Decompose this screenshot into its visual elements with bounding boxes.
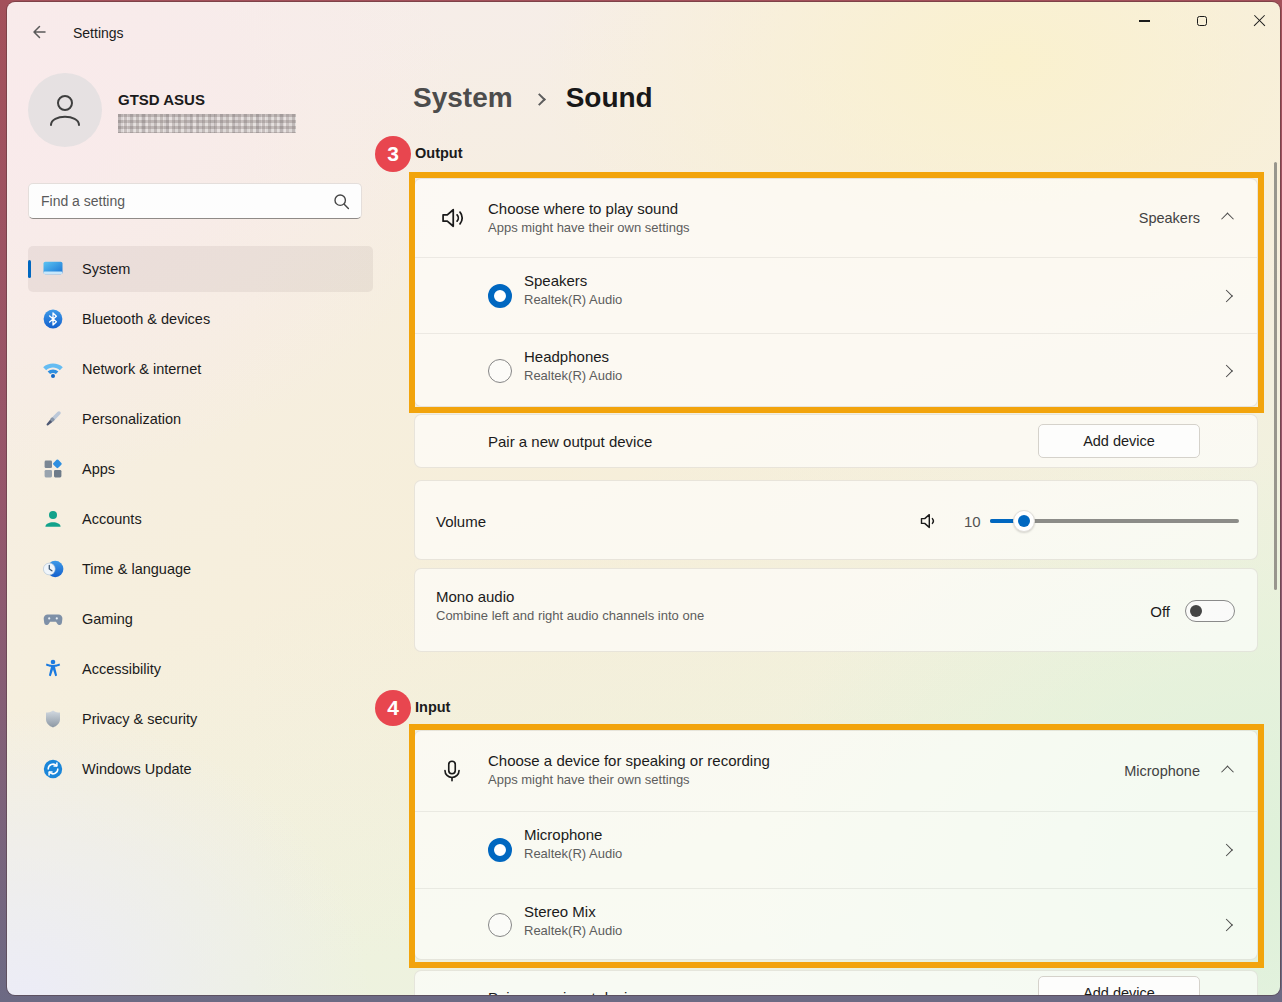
- page-title: Sound: [566, 82, 653, 114]
- gaming-icon: [42, 608, 64, 630]
- windows-update-icon: [42, 758, 64, 780]
- window-title: Settings: [73, 25, 124, 41]
- scrollbar-thumb[interactable]: [1274, 162, 1277, 590]
- add-output-device-button[interactable]: Add device: [1038, 424, 1200, 458]
- sidebar-nav: System Bluetooth & devices Network & int…: [17, 246, 373, 796]
- search-icon: [333, 193, 350, 210]
- sidebar-item-accessibility[interactable]: Accessibility: [28, 646, 373, 692]
- avatar[interactable]: [28, 73, 102, 147]
- sidebar-item-label: Accounts: [82, 511, 142, 527]
- sidebar-item-personalization[interactable]: Personalization: [28, 396, 373, 442]
- mono-audio-card: Mono audio Combine left and right audio …: [414, 568, 1258, 652]
- volume-card: Volume 10: [414, 480, 1258, 560]
- settings-window: Settings GTSD ASUS System: [7, 2, 1280, 995]
- sidebar-item-system[interactable]: System: [28, 246, 373, 292]
- accessibility-icon: [42, 658, 64, 680]
- accounts-icon: [42, 508, 64, 530]
- pair-input-card: Pair a new input device Add device: [414, 970, 1258, 995]
- annotation-badge-4: 4: [375, 690, 411, 726]
- apps-icon: [42, 458, 64, 480]
- output-heading: Output: [415, 145, 463, 161]
- annotation-badge-3: 3: [375, 136, 411, 172]
- sidebar-item-label: Privacy & security: [82, 711, 197, 727]
- sidebar-item-bluetooth[interactable]: Bluetooth & devices: [28, 296, 373, 342]
- sidebar-item-label: Network & internet: [82, 361, 201, 377]
- volume-label: Volume: [436, 513, 486, 530]
- pair-input-label: Pair a new input device: [488, 989, 643, 996]
- minimize-icon: [1139, 20, 1150, 21]
- mono-audio-subtitle: Combine left and right audio channels in…: [436, 608, 704, 623]
- sidebar-item-gaming[interactable]: Gaming: [28, 596, 373, 642]
- volume-icon: [918, 510, 940, 532]
- mono-audio-toggle[interactable]: [1185, 600, 1235, 622]
- pair-output-card: Pair a new output device Add device: [414, 414, 1258, 468]
- mono-toggle-state: Off: [1150, 603, 1170, 620]
- maximize-icon: [1197, 16, 1207, 26]
- annotation-box-output: [409, 172, 1264, 413]
- sidebar-item-windows-update[interactable]: Windows Update: [28, 746, 373, 792]
- sidebar-item-label: Bluetooth & devices: [82, 311, 210, 327]
- sidebar-item-label: Accessibility: [82, 661, 161, 677]
- sidebar-item-label: Time & language: [82, 561, 191, 577]
- input-heading: Input: [415, 699, 450, 715]
- minimize-button[interactable]: [1121, 2, 1167, 40]
- add-input-device-button[interactable]: Add device: [1038, 976, 1200, 995]
- person-icon: [43, 88, 87, 132]
- pair-output-label: Pair a new output device: [488, 433, 652, 450]
- breadcrumb-chevron-icon: [533, 93, 546, 106]
- close-button[interactable]: [1237, 2, 1280, 40]
- volume-slider-thumb[interactable]: [1013, 510, 1035, 532]
- bluetooth-icon: [42, 308, 64, 330]
- back-button[interactable]: [21, 15, 57, 49]
- sidebar-item-accounts[interactable]: Accounts: [28, 496, 373, 542]
- sidebar-item-privacy[interactable]: Privacy & security: [28, 696, 373, 742]
- sidebar-item-label: Gaming: [82, 611, 133, 627]
- time-language-icon: [42, 558, 64, 580]
- user-email-redacted: [118, 114, 296, 133]
- sidebar-item-time-language[interactable]: Time & language: [28, 546, 373, 592]
- sidebar-item-label: System: [82, 261, 130, 277]
- wifi-icon: [42, 358, 64, 380]
- user-name: GTSD ASUS: [118, 91, 205, 108]
- sidebar-item-network[interactable]: Network & internet: [28, 346, 373, 392]
- system-icon: [42, 258, 64, 280]
- sidebar-item-label: Personalization: [82, 411, 181, 427]
- maximize-button[interactable]: [1179, 2, 1225, 40]
- shield-icon: [42, 708, 64, 730]
- sidebar-item-label: Apps: [82, 461, 115, 477]
- search-box[interactable]: [28, 183, 362, 219]
- mono-audio-title: Mono audio: [436, 588, 704, 605]
- close-icon: [1253, 14, 1267, 28]
- volume-slider[interactable]: [990, 519, 1239, 523]
- breadcrumb-system[interactable]: System: [413, 82, 513, 114]
- back-arrow-icon: [30, 23, 48, 41]
- sidebar-item-apps[interactable]: Apps: [28, 446, 373, 492]
- sidebar-item-label: Windows Update: [82, 761, 192, 777]
- paintbrush-icon: [42, 408, 64, 430]
- volume-value: 10: [964, 513, 981, 530]
- annotation-box-input: [409, 724, 1264, 968]
- breadcrumb: System Sound: [413, 78, 653, 118]
- search-input[interactable]: [29, 193, 333, 209]
